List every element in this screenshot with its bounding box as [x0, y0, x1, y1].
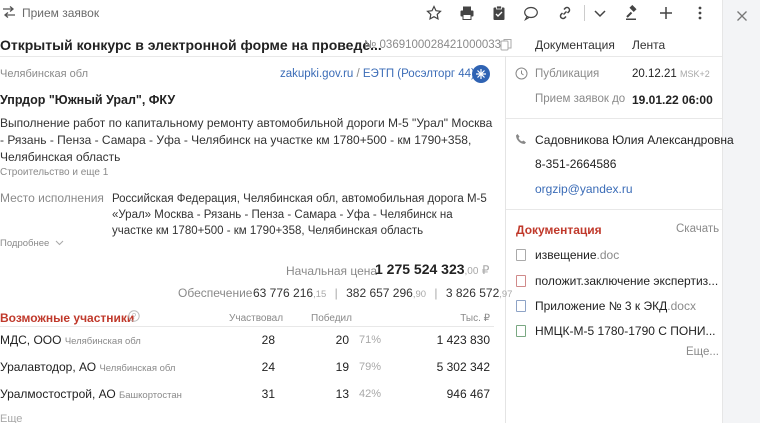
comment-icon[interactable]: [521, 3, 541, 23]
contact-phone[interactable]: 8-351-2664586: [535, 157, 616, 171]
more-details-label: Подробнее: [0, 238, 50, 249]
currency-symbol: ₽: [481, 263, 490, 277]
header-divider: [0, 56, 722, 57]
phone-icon: [515, 133, 527, 148]
chevron-down-icon: [55, 240, 64, 246]
win-percent: 42%: [359, 388, 382, 400]
tender-description: Выполнение работ по капитальному ремонту…: [0, 116, 493, 164]
col-won: Победил: [311, 313, 352, 324]
link-icon[interactable]: [555, 3, 575, 23]
star-icon[interactable]: [424, 3, 444, 23]
win-percent: 71%: [359, 334, 382, 346]
price-label: Начальная цена: [286, 264, 378, 278]
table-row[interactable]: МДС, ООО Челябинская обл: [0, 333, 141, 347]
contact-email[interactable]: orgzip@yandex.ru: [535, 182, 633, 196]
clock-icon: [515, 67, 528, 83]
gavel-icon[interactable]: [623, 3, 643, 23]
side-divider: [506, 209, 722, 210]
amount: 5 302 342: [436, 360, 490, 374]
contact-name: Садовникова Юлия Александровна: [535, 133, 734, 147]
security-label: Обеспечение: [178, 286, 253, 300]
source-line: zakupki.gov.ru / ЕЭТП (Росэлторг 44): [280, 68, 475, 80]
docs-title: Документация: [516, 223, 602, 237]
doc-item[interactable]: положит.заключение экспертиз...: [516, 274, 718, 288]
place-value: Российская Федерация, Челябинская обл, а…: [112, 193, 487, 237]
price-integer: 1 275 524 323: [375, 261, 465, 277]
table-row[interactable]: Уралавтодор, АО Челябинская обл: [0, 360, 175, 374]
security-2: 382 657 296,90: [346, 286, 427, 300]
source-separator: /: [353, 68, 363, 80]
toolbar-separator: [584, 5, 585, 21]
download-link[interactable]: Скачать: [676, 223, 719, 235]
col-amount: Тыс. ₽: [460, 313, 490, 324]
column-divider: [505, 56, 506, 423]
doc-item[interactable]: НМЦК-М-5 1780-1790 С ПОНИ...: [516, 324, 716, 338]
more-details-link[interactable]: Подробнее: [0, 238, 64, 249]
chevron-down-icon[interactable]: [590, 3, 610, 23]
tab-documentation[interactable]: Документация: [535, 38, 615, 52]
security-sep: |: [434, 286, 438, 300]
security-3: 3 826 572,97: [445, 286, 513, 300]
participants-more-link[interactable]: Еще: [0, 413, 22, 423]
won-count: 19: [335, 360, 349, 374]
clipboard-check-icon[interactable]: [489, 3, 509, 23]
breadcrumb[interactable]: Прием заявок: [22, 6, 99, 20]
table-row[interactable]: Уралмостострой, АО Башкортостан: [0, 387, 182, 401]
participated-count: 31: [261, 387, 275, 401]
start-price: 1 275 524 323,00 ₽: [375, 261, 489, 277]
doc-file-icon: [516, 249, 526, 261]
xls-file-icon: [516, 325, 526, 337]
platform-link[interactable]: ЕЭТП (Росэлторг 44): [363, 68, 475, 80]
docs-more-link[interactable]: Еще...: [686, 346, 719, 358]
plus-icon[interactable]: [656, 3, 676, 23]
publication-date: 20.12.21 MSK+2: [632, 68, 710, 80]
col-participated: Участвовал: [229, 313, 284, 324]
participants-divider: [0, 326, 494, 327]
region-label: Челябинская обл: [0, 68, 89, 80]
close-icon[interactable]: [732, 6, 752, 26]
customer-name[interactable]: Упрдор "Южный Урал", ФКУ: [0, 93, 175, 107]
tender-number: № 0369100028421000033: [364, 39, 502, 51]
docx-file-icon: [516, 300, 526, 312]
participated-count: 24: [261, 360, 275, 374]
print-icon[interactable]: [457, 3, 477, 23]
won-count: 20: [335, 333, 349, 347]
timezone-label: MSK+2: [679, 69, 710, 79]
amount: 1 423 830: [436, 333, 490, 347]
won-count: 13: [335, 387, 349, 401]
side-strip: [722, 0, 760, 423]
security-values: 63 776 216,15 | 382 657 296,90 | 3 826 5…: [253, 286, 512, 300]
platform-logo-icon: [472, 65, 490, 83]
more-icon[interactable]: [690, 3, 710, 23]
place-label: Место исполнения: [0, 191, 104, 205]
svg-text:?: ?: [132, 312, 137, 321]
swap-arrows-icon[interactable]: [2, 6, 16, 21]
amount: 946 467: [446, 387, 490, 401]
deadline-label: Прием заявок до: [535, 93, 626, 105]
pdf-file-icon: [516, 275, 526, 287]
copy-icon[interactable]: [500, 38, 513, 54]
participants-title: Возможные участники: [0, 311, 135, 325]
source-link[interactable]: zakupki.gov.ru: [280, 68, 353, 80]
doc-item[interactable]: Приложение № 3 к ЭКД .docx: [516, 299, 696, 313]
price-fraction: ,00: [464, 266, 479, 277]
doc-item[interactable]: извещение .doc: [516, 248, 619, 262]
category-label[interactable]: Строительство и еще 1: [0, 167, 108, 178]
deadline-value: 19.01.22 06:00: [632, 93, 713, 107]
security-sep: |: [334, 286, 338, 300]
security-1: 63 776 216,15: [253, 286, 327, 300]
question-circle-icon[interactable]: ?: [128, 310, 140, 325]
win-percent: 79%: [359, 361, 382, 373]
page-title: Открытый конкурс в электронной форме на …: [0, 37, 382, 53]
side-divider: [506, 118, 722, 119]
toolbar: Прием заявок: [0, 0, 722, 26]
tab-feed[interactable]: Лента: [632, 38, 665, 52]
publication-label: Публикация: [535, 68, 600, 80]
participated-count: 28: [261, 333, 275, 347]
